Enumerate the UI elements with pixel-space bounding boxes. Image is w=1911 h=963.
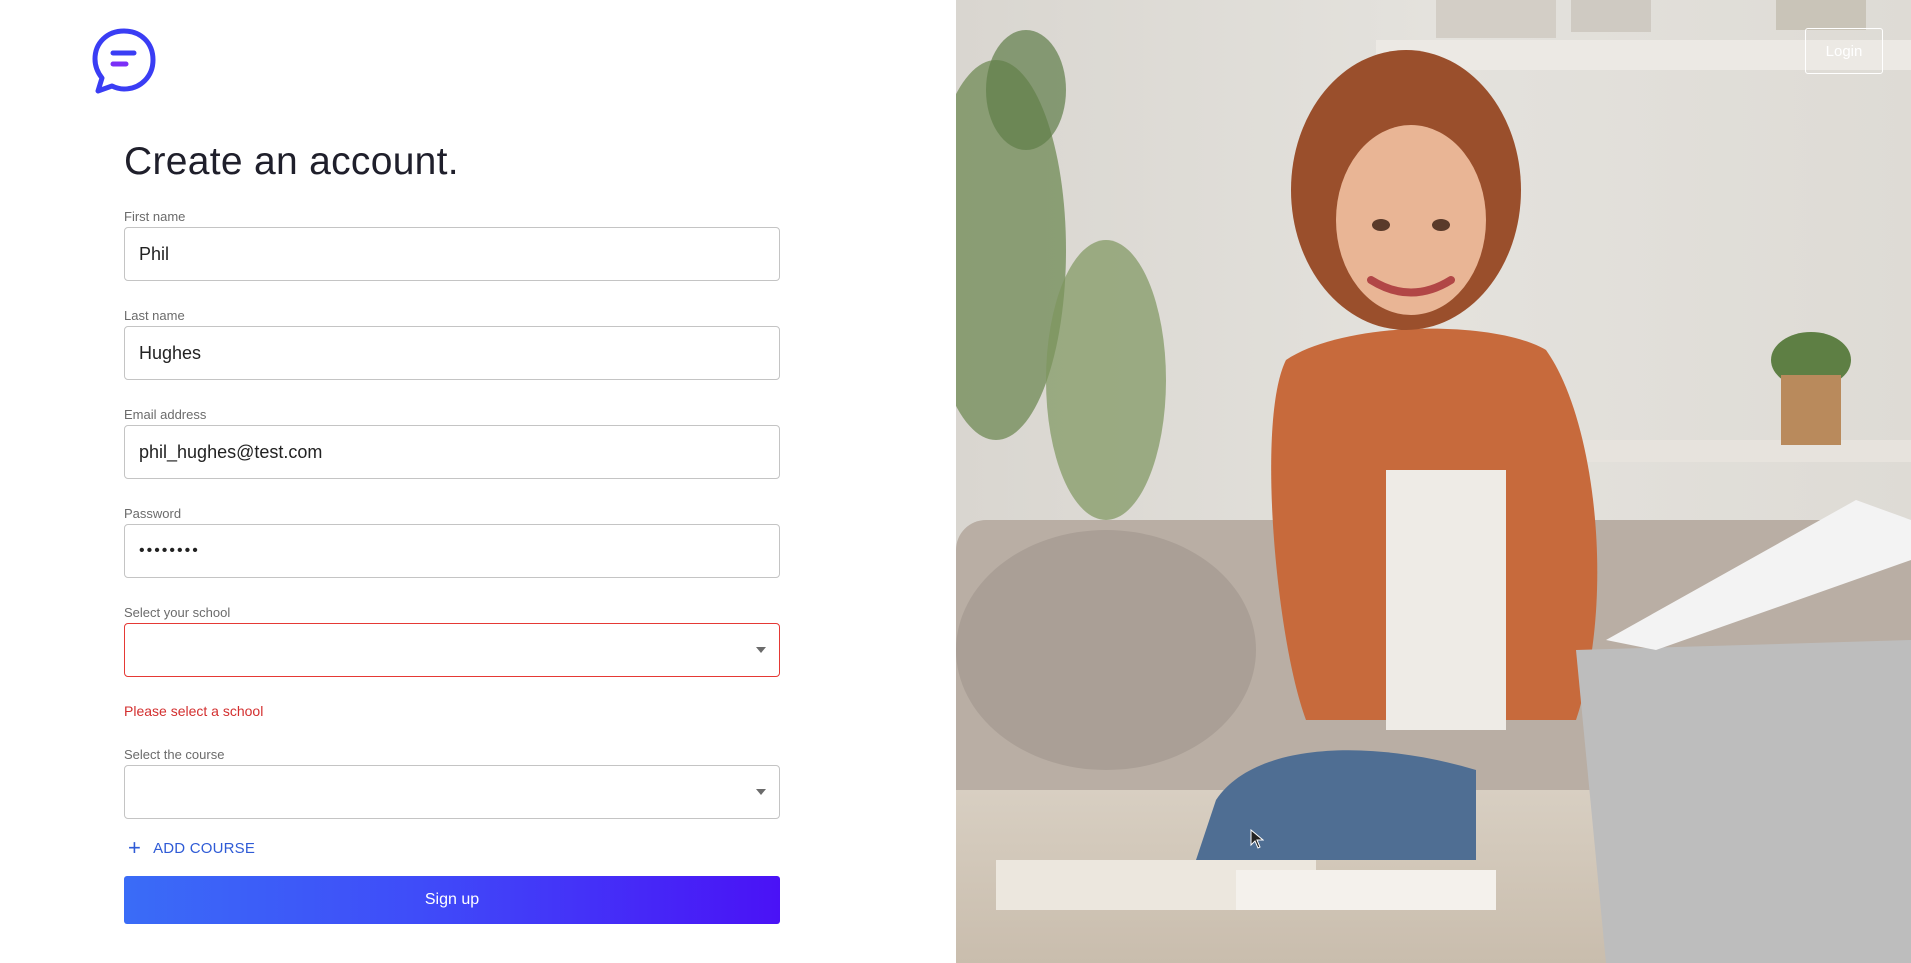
- first-name-input[interactable]: [139, 243, 765, 265]
- email-input[interactable]: [139, 441, 765, 463]
- add-course-button[interactable]: + ADD COURSE: [128, 835, 256, 860]
- hero-image-panel: Login: [956, 0, 1911, 963]
- hero-photo-woman-with-laptop: [956, 0, 1911, 963]
- last-name-input[interactable]: [139, 342, 765, 364]
- course-select[interactable]: [124, 765, 780, 819]
- sign-up-button[interactable]: Sign up: [124, 876, 780, 924]
- first-name-label: First name: [124, 209, 186, 224]
- school-label: Select your school: [124, 605, 231, 620]
- password-field: Password ••••••••: [124, 506, 780, 578]
- password-input[interactable]: ••••••••: [139, 542, 200, 560]
- first-name-field: First name: [124, 209, 780, 281]
- add-course-label: ADD COURSE: [153, 839, 256, 857]
- email-field: Email address: [124, 407, 780, 479]
- last-name-label: Last name: [124, 308, 185, 323]
- signup-panel: Create an account. First name Last name …: [0, 0, 956, 963]
- chevron-down-icon[interactable]: [756, 789, 766, 795]
- school-field: Select your school: [124, 605, 780, 677]
- mouse-cursor-icon: [1250, 829, 1264, 849]
- last-name-input-box[interactable]: [124, 326, 780, 380]
- course-label: Select the course: [124, 747, 225, 762]
- course-field: Select the course: [124, 747, 780, 819]
- chat-bubble-logo-icon[interactable]: [90, 27, 158, 95]
- plus-icon: +: [128, 835, 142, 860]
- chevron-down-icon[interactable]: [756, 647, 766, 653]
- email-input-box[interactable]: [124, 425, 780, 479]
- school-select[interactable]: [124, 623, 780, 677]
- school-error-message: Please select a school: [124, 703, 264, 719]
- last-name-field: Last name: [124, 308, 780, 380]
- email-label: Email address: [124, 407, 207, 422]
- login-button[interactable]: Login: [1805, 28, 1883, 74]
- page-title: Create an account.: [124, 140, 459, 183]
- first-name-input-box[interactable]: [124, 227, 780, 281]
- password-label: Password: [124, 506, 182, 521]
- password-input-box[interactable]: ••••••••: [124, 524, 780, 578]
